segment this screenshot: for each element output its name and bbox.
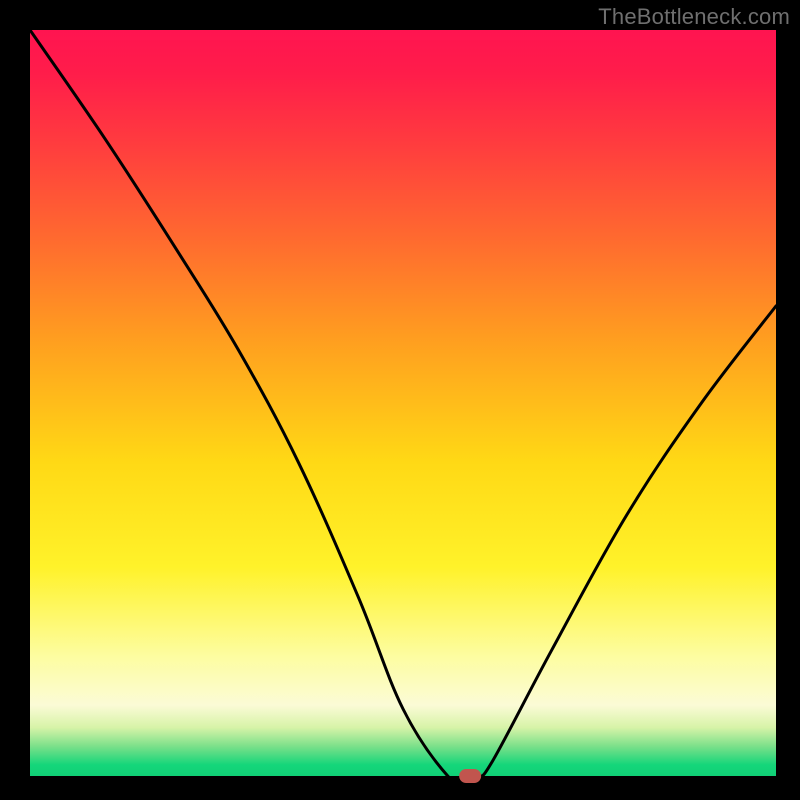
selected-point-marker	[459, 769, 481, 783]
attribution-label: TheBottleneck.com	[598, 4, 790, 30]
marker-pill	[459, 769, 481, 783]
chart-frame: TheBottleneck.com	[0, 0, 800, 800]
bottleneck-chart	[0, 0, 800, 800]
plot-background	[30, 30, 776, 776]
